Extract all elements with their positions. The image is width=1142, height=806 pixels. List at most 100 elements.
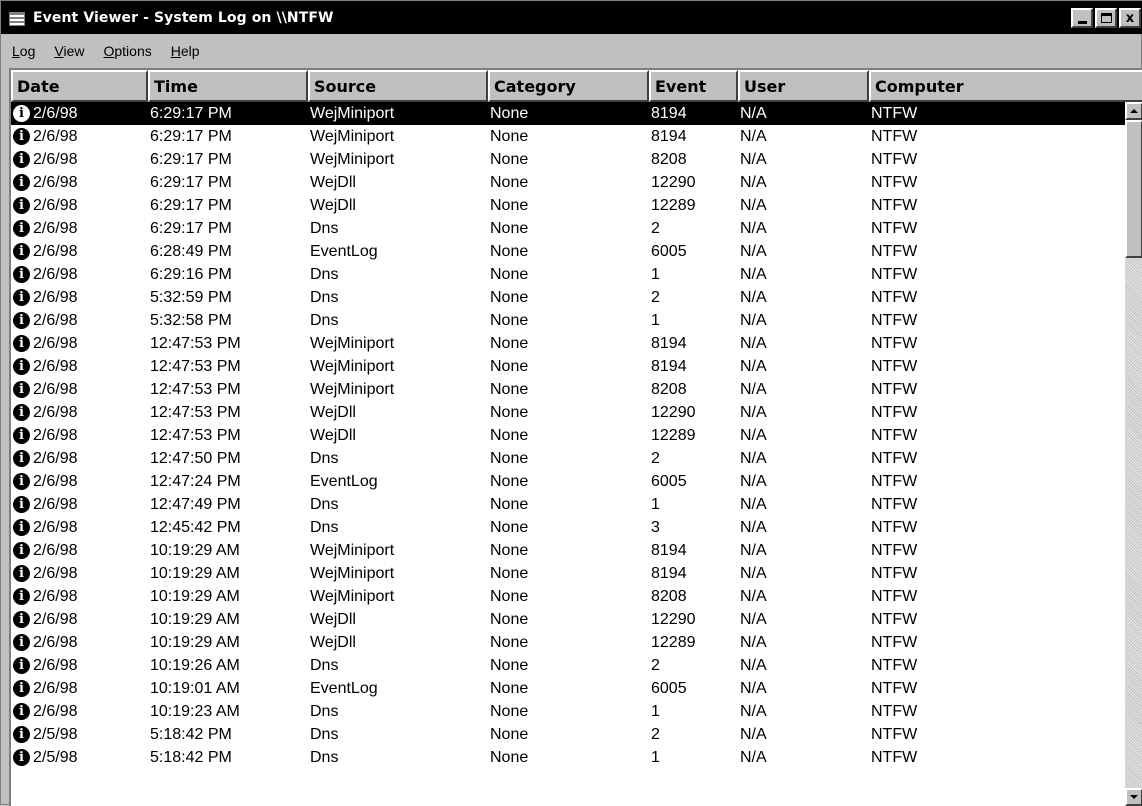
table-row[interactable]: i 2/6/98 12:47:50 PM Dns None 2 N/A NTFW	[11, 447, 1125, 470]
cell-category: None	[490, 725, 529, 743]
close-icon: x	[1125, 10, 1135, 26]
cell-computer: NTFW	[871, 242, 918, 260]
close-button[interactable]: x	[1119, 8, 1141, 28]
cell-category: None	[490, 173, 529, 191]
information-icon: i	[13, 542, 30, 559]
cell-date-text: 2/6/98	[33, 311, 78, 329]
table-row[interactable]: i 2/6/98 6:29:17 PM Dns None 2 N/A NTFW	[11, 217, 1125, 240]
information-icon: i	[13, 634, 30, 651]
column-header-date[interactable]: Date	[11, 70, 148, 102]
cell-date: i 2/6/98	[11, 473, 148, 491]
vertical-scrollbar[interactable]	[1125, 102, 1142, 806]
cell-user: N/A	[740, 380, 767, 398]
cell-category: None	[490, 196, 529, 214]
menu-log-accel: L	[12, 43, 20, 59]
table-row[interactable]: i 2/6/98 6:29:16 PM Dns None 1 N/A NTFW	[11, 263, 1125, 286]
column-header-event[interactable]: Event	[649, 70, 738, 102]
table-row[interactable]: i 2/6/98 10:19:26 AM Dns None 2 N/A NTFW	[11, 654, 1125, 677]
table-row[interactable]: i 2/6/98 10:19:23 AM Dns None 1 N/A NTFW	[11, 700, 1125, 723]
table-row[interactable]: i 2/6/98 6:28:49 PM EventLog None 6005 N/A NTFW	[11, 240, 1125, 263]
title-bar[interactable]: Event Viewer - System Log on \\NTFW x	[1, 1, 1142, 34]
information-icon: i	[13, 358, 30, 375]
cell-category: None	[490, 104, 529, 122]
cell-source: EventLog	[310, 472, 378, 490]
scroll-thumb[interactable]	[1125, 120, 1142, 258]
cell-date: i 2/6/98	[11, 634, 148, 652]
menu-log[interactable]: Log	[1, 43, 43, 59]
cell-source: Dns	[310, 495, 339, 513]
table-row[interactable]: i 2/6/98 10:19:29 AM WejDll None 12290 N/A NTFW	[11, 608, 1125, 631]
column-header-time[interactable]: Time	[148, 70, 308, 102]
cell-category: None	[490, 426, 529, 444]
cell-time: 6:29:17 PM	[150, 150, 232, 168]
table-row[interactable]: i 2/6/98 6:29:17 PM WejDll None 12290 N/A NTFW	[11, 171, 1125, 194]
table-row[interactable]: i 2/6/98 10:19:01 AM EventLog None 6005 N/A NTF…	[11, 677, 1125, 700]
scroll-up-button[interactable]	[1125, 102, 1142, 120]
maximize-icon	[1100, 13, 1112, 23]
up-arrow-icon	[1130, 109, 1138, 113]
table-row[interactable]: i 2/6/98 10:19:29 AM WejDll None 12289 N/A NTFW	[11, 631, 1125, 654]
table-row[interactable]: i 2/6/98 6:29:17 PM WejMiniport None 8194 N/A N…	[11, 102, 1125, 125]
table-row[interactable]: i 2/6/98 5:32:59 PM Dns None 2 N/A NTFW	[11, 286, 1125, 309]
information-icon: i	[13, 565, 30, 582]
information-icon: i	[13, 404, 30, 421]
cell-time: 12:45:42 PM	[150, 518, 241, 536]
menu-options[interactable]: Options	[92, 43, 159, 59]
table-row[interactable]: i 2/6/98 10:19:29 AM WejMiniport None 8194 N/A…	[11, 562, 1125, 585]
event-viewer-window: Event Viewer - System Log on \\NTFW x Lo…	[0, 0, 1142, 806]
cell-computer: NTFW	[871, 702, 918, 720]
menu-help[interactable]: Help	[160, 43, 208, 59]
table-row[interactable]: i 2/6/98 5:32:58 PM Dns None 1 N/A NTFW	[11, 309, 1125, 332]
table-row[interactable]: i 2/6/98 12:47:53 PM WejDll None 12290 N/A NTFW	[11, 401, 1125, 424]
cell-event: 2	[651, 449, 660, 467]
table-row[interactable]: i 2/5/98 5:18:42 PM Dns None 1 N/A NTFW	[11, 746, 1125, 769]
cell-category: None	[490, 288, 529, 306]
cell-category: None	[490, 449, 529, 467]
cell-computer: NTFW	[871, 150, 918, 168]
table-row[interactable]: i 2/6/98 12:47:53 PM WejMiniport None 8194 N/A…	[11, 355, 1125, 378]
table-row[interactable]: i 2/6/98 6:29:17 PM WejMiniport None 8208 N/A N…	[11, 148, 1125, 171]
table-row[interactable]: i 2/5/98 5:18:42 PM Dns None 2 N/A NTFW	[11, 723, 1125, 746]
table-row[interactable]: i 2/6/98 6:29:17 PM WejDll None 12289 N/A NTFW	[11, 194, 1125, 217]
cell-event: 1	[651, 265, 660, 283]
cell-computer: NTFW	[871, 426, 918, 444]
column-header-source[interactable]: Source	[308, 70, 488, 102]
scroll-down-button[interactable]	[1125, 788, 1142, 806]
table-row[interactable]: i 2/6/98 12:47:53 PM WejDll None 12289 N/A NTFW	[11, 424, 1125, 447]
window-title: Event Viewer - System Log on \\NTFW	[33, 9, 334, 26]
table-row[interactable]: i 2/6/98 12:47:24 PM EventLog None 6005 N/A NTF…	[11, 470, 1125, 493]
table-row[interactable]: i 2/6/98 10:19:29 AM WejMiniport None 8208 N/A…	[11, 585, 1125, 608]
table-row[interactable]: i 2/6/98 10:19:29 AM WejMiniport None 8194 N/A…	[11, 539, 1125, 562]
column-header-computer[interactable]: Computer	[869, 70, 1142, 102]
cell-time: 12:47:53 PM	[150, 380, 241, 398]
cell-date: i 2/6/98	[11, 588, 148, 606]
cell-computer: NTFW	[871, 495, 918, 513]
cell-user: N/A	[740, 265, 767, 283]
table-row[interactable]: i 2/6/98 12:47:53 PM WejMiniport None 8208 N/A…	[11, 378, 1125, 401]
cell-category: None	[490, 219, 529, 237]
cell-source: WejDll	[310, 610, 356, 628]
cell-user: N/A	[740, 104, 767, 122]
event-viewer-app-icon[interactable]	[9, 10, 27, 26]
column-header-user[interactable]: User	[738, 70, 869, 102]
cell-user: N/A	[740, 587, 767, 605]
cell-category: None	[490, 748, 529, 766]
menu-view[interactable]: View	[43, 43, 92, 59]
information-icon: i	[13, 726, 30, 743]
cell-source: WejDll	[310, 633, 356, 651]
table-row[interactable]: i 2/6/98 12:47:53 PM WejMiniport None 8194 N/A…	[11, 332, 1125, 355]
table-row[interactable]: i 2/6/98 6:29:17 PM WejMiniport None 8194 N/A N…	[11, 125, 1125, 148]
menu-help-label: elp	[180, 43, 200, 59]
maximize-button[interactable]	[1095, 8, 1117, 28]
cell-category: None	[490, 311, 529, 329]
cell-date: i 2/6/98	[11, 703, 148, 721]
cell-time: 5:32:59 PM	[150, 288, 232, 306]
cell-source: Dns	[310, 702, 339, 720]
minimize-button[interactable]	[1071, 8, 1093, 28]
cell-time: 12:47:53 PM	[150, 334, 241, 352]
cell-date-text: 2/6/98	[33, 150, 78, 168]
table-row[interactable]: i 2/6/98 12:45:42 PM Dns None 3 N/A NTFW	[11, 516, 1125, 539]
column-header-category[interactable]: Category	[488, 70, 649, 102]
table-row[interactable]: i 2/6/98 12:47:49 PM Dns None 1 N/A NTFW	[11, 493, 1125, 516]
cell-category: None	[490, 587, 529, 605]
